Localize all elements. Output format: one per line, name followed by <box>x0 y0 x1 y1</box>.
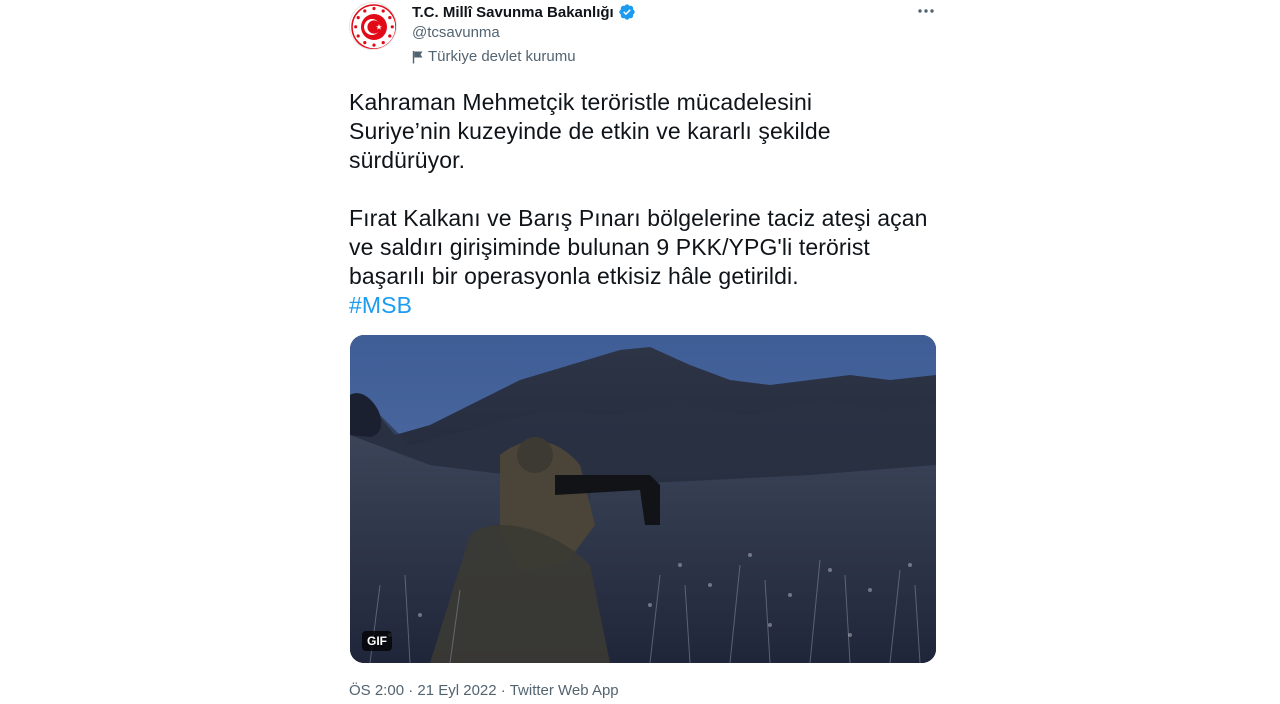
gif-media[interactable]: GIF <box>350 335 936 663</box>
display-name[interactable]: T.C. Millî Savunma Bakanlığı <box>412 4 614 21</box>
handle[interactable]: @tcsavunma <box>412 22 892 44</box>
tweet-text-line: ve saldırı girişiminde bulunan 9 PKK/YPG… <box>349 234 870 260</box>
more-options-button[interactable] <box>915 0 937 22</box>
ministry-logo-icon <box>351 4 396 49</box>
gif-badge: GIF <box>362 631 392 651</box>
tweet-source-link[interactable]: Twitter Web App <box>510 682 619 699</box>
night-soldier-gif-image <box>350 335 936 663</box>
more-horizontal-icon <box>918 9 934 13</box>
meta-separator: · <box>408 682 414 699</box>
tweet-text-line: Fırat Kalkanı ve Barış Pınarı bölgelerin… <box>349 205 928 231</box>
government-label-text: Türkiye devlet kurumu <box>428 48 576 65</box>
user-info: T.C. Millî Savunma Bakanlığı @tcsavunma … <box>412 2 892 68</box>
name-row: T.C. Millî Savunma Bakanlığı <box>412 2 892 22</box>
tweet-time-link[interactable]: ÖS 2:00 <box>349 682 404 699</box>
tweet-text-line: Suriye’nin kuzeyinde de etkin ve kararlı… <box>349 118 831 144</box>
avatar[interactable] <box>349 2 397 50</box>
tweet-text-line: başarılı bir operasyonla etkisiz hâle ge… <box>349 263 799 289</box>
hashtag-link[interactable]: #MSB <box>349 292 412 318</box>
tweet-text: Kahraman Mehmetçik teröristle mücadelesi… <box>349 88 937 320</box>
government-label[interactable]: Türkiye devlet kurumu <box>412 46 892 68</box>
verified-badge-icon <box>619 4 635 20</box>
tweet-metadata: ÖS 2:00 · 21 Eyl 2022 · Twitter Web App <box>349 680 619 702</box>
flag-icon <box>412 51 423 64</box>
tweet-card: T.C. Millî Savunma Bakanlığı @tcsavunma … <box>349 0 937 704</box>
tweet-text-line: sürdürüyor. <box>349 147 466 173</box>
meta-separator: · <box>500 682 506 699</box>
tweet-date-link[interactable]: 21 Eyl 2022 <box>417 682 496 699</box>
tweet-text-line: Kahraman Mehmetçik teröristle mücadelesi… <box>349 89 813 115</box>
